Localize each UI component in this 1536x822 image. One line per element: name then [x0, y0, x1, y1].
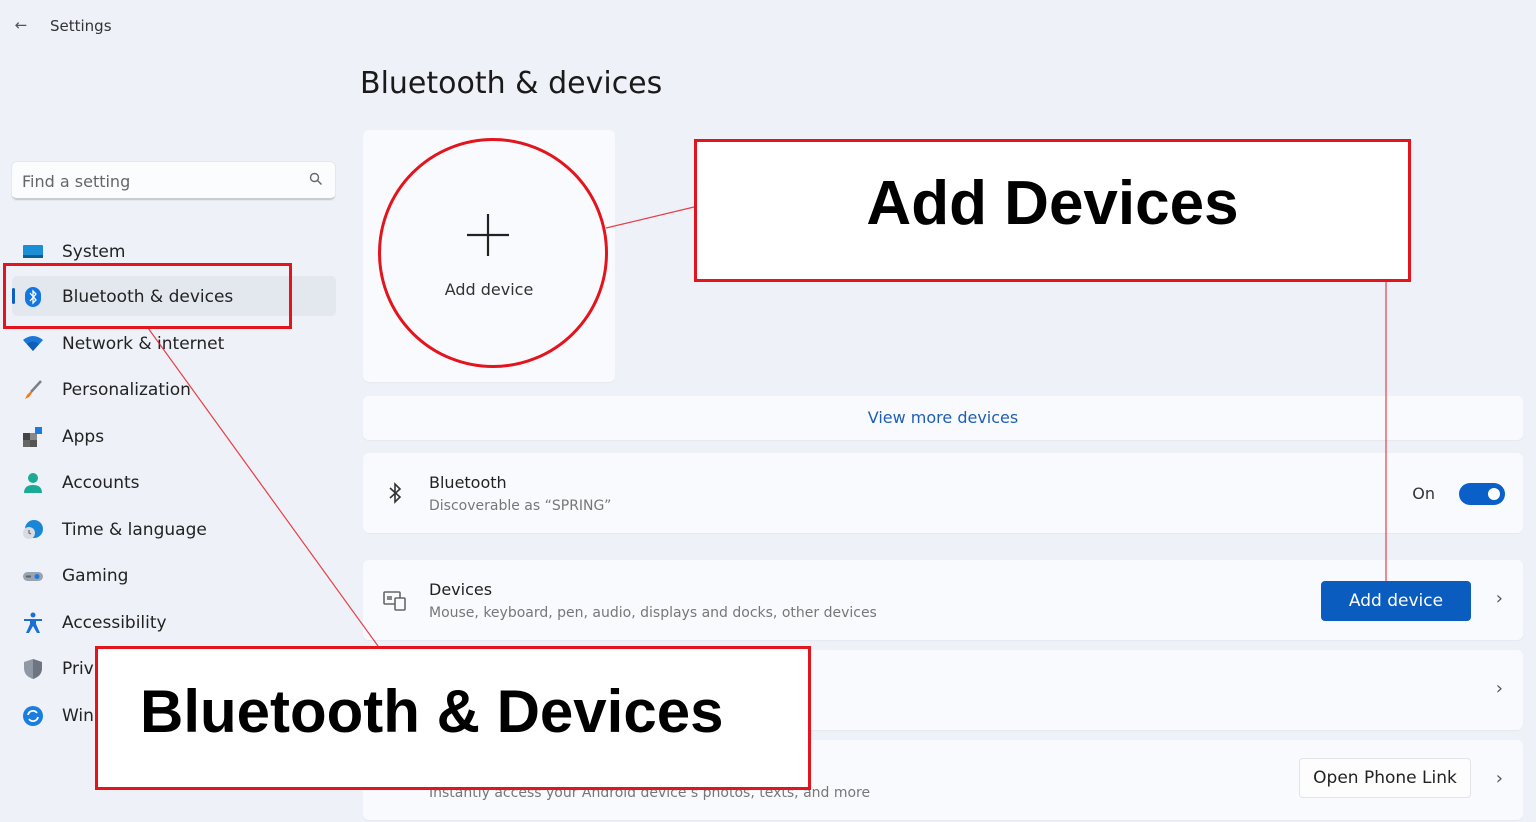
accessibility-icon — [24, 612, 42, 633]
callout-bluetooth-devices-text: Bluetooth & Devices — [140, 677, 724, 745]
callout-add-devices-text: Add Devices — [866, 169, 1239, 238]
devices-icon — [383, 591, 406, 611]
page-title: Bluetooth & devices — [360, 66, 663, 101]
sidebar-item-label: Network & internet — [62, 334, 225, 354]
sidebar-item-accessibility[interactable]: Accessibility — [12, 602, 336, 642]
add-device-button[interactable]: Add device — [1321, 581, 1471, 621]
highlight-bluetooth-nav — [3, 263, 292, 329]
devices-title: Devices — [429, 580, 493, 599]
sidebar-item-label: Win — [62, 706, 94, 726]
sidebar-item-apps[interactable]: Apps — [12, 416, 336, 456]
bluetooth-title: Bluetooth — [429, 473, 507, 492]
sidebar-item-gaming[interactable]: Gaming — [12, 555, 336, 595]
sidebar-item-personalization[interactable]: Personalization — [12, 369, 336, 409]
chevron-right-icon[interactable]: › — [1496, 768, 1503, 789]
search-box[interactable] — [12, 162, 335, 200]
bluetooth-toggle[interactable] — [1459, 483, 1505, 505]
sidebar-item-label: System — [62, 242, 126, 262]
search-icon — [309, 172, 322, 185]
gamepad-icon — [23, 572, 43, 581]
windows-update-icon — [23, 706, 43, 726]
chevron-right-icon[interactable]: › — [1496, 678, 1503, 699]
callout-add-devices: Add Devices — [694, 139, 1411, 282]
callout-bluetooth-devices: Bluetooth & Devices — [95, 646, 811, 790]
globe-clock-icon — [23, 520, 43, 539]
bluetooth-icon — [389, 482, 402, 504]
bluetooth-subtitle: Discoverable as “SPRING” — [429, 498, 612, 514]
open-phone-link-button[interactable]: Open Phone Link — [1299, 758, 1471, 798]
sidebar-item-network[interactable]: Network & internet — [12, 323, 336, 363]
sidebar-item-time-language[interactable]: Time & language — [12, 509, 336, 549]
shield-icon — [24, 659, 42, 679]
devices-row[interactable]: Devices Mouse, keyboard, pen, audio, dis… — [363, 560, 1523, 640]
app-title: Settings — [50, 17, 112, 35]
sidebar-item-label: Priv — [62, 659, 94, 679]
sidebar-item-label: Accounts — [62, 473, 140, 493]
toggle-knob — [1488, 488, 1500, 500]
sidebar-item-label: Time & language — [62, 520, 207, 540]
sidebar-item-label: Gaming — [62, 566, 129, 586]
view-more-devices-link[interactable]: View more devices — [363, 408, 1523, 427]
devices-subtitle: Mouse, keyboard, pen, audio, displays an… — [429, 605, 877, 621]
sidebar-item-label: Apps — [62, 427, 105, 447]
sidebar-item-accounts[interactable]: Accounts — [12, 462, 336, 502]
wifi-icon — [23, 336, 43, 351]
highlight-add-device-card — [378, 138, 608, 368]
back-button[interactable]: ← — [10, 14, 32, 36]
sidebar-item-label: Accessibility — [62, 613, 167, 633]
apps-icon — [23, 427, 42, 447]
back-arrow-icon: ← — [14, 16, 28, 34]
view-more-devices-bar: View more devices — [363, 396, 1523, 440]
bluetooth-row: Bluetooth Discoverable as “SPRING” On — [363, 453, 1523, 533]
bluetooth-toggle-label: On — [1412, 484, 1435, 503]
chevron-right-icon[interactable]: › — [1496, 588, 1503, 609]
sidebar-item-label: Personalization — [62, 380, 191, 400]
connector-line-add-device — [605, 206, 695, 229]
search-input[interactable] — [22, 170, 292, 192]
brush-icon — [25, 380, 42, 399]
account-icon — [24, 473, 42, 493]
system-icon — [23, 245, 43, 258]
